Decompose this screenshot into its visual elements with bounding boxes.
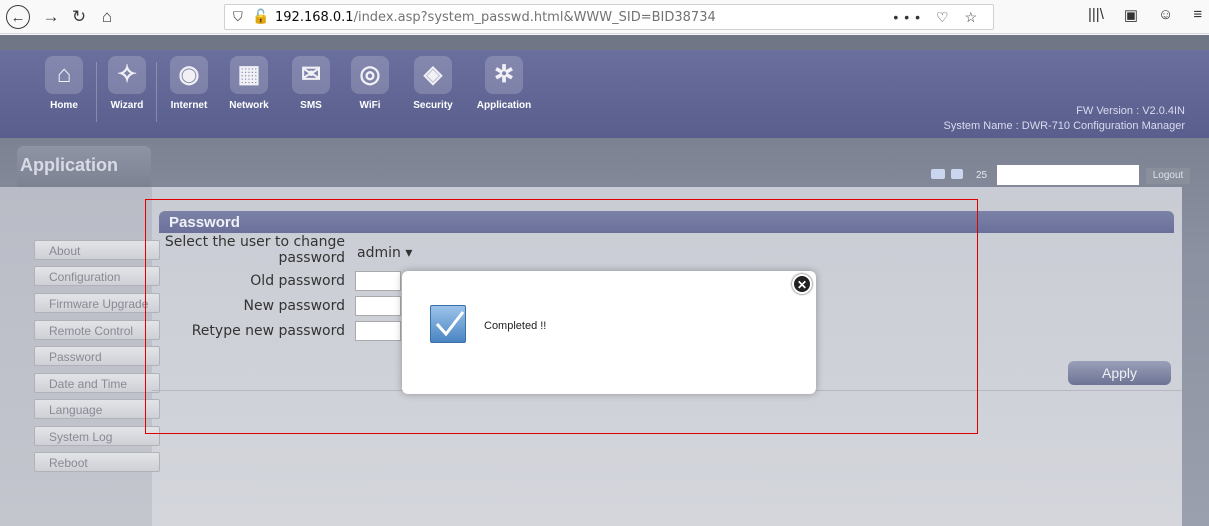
home-nav-icon: ⌂ [45, 56, 83, 94]
sms-icon: ✉ [292, 56, 330, 94]
nav-wizard[interactable]: ✧ Wizard [97, 56, 157, 111]
sidebar-item-firmware-upgrade[interactable]: Firmware Upgrade [34, 293, 160, 313]
fw-version: FW Version : V2.0.4IN [1076, 105, 1185, 117]
library-icon[interactable]: |||\ [1088, 6, 1104, 24]
message-count: 25 [976, 170, 988, 181]
nav-label: Network [229, 100, 269, 111]
close-icon[interactable]: ✕ [792, 274, 812, 294]
browser-toolbar: ← → ↻ ⌂ ⛉ 🔓 192.168.0.1/index.asp?system… [0, 0, 1209, 34]
url-host: 192.168.0.1 [275, 10, 354, 25]
dialog-message: Completed !! [484, 320, 547, 332]
back-icon[interactable]: ← [6, 5, 30, 29]
insecure-lock-icon[interactable]: 🔓 [252, 8, 269, 25]
firmware-info: FW Version : V2.0.4IN System Name : DWR-… [944, 104, 1185, 134]
nav-label: SMS [300, 100, 322, 111]
url-actions: ••• ♡ ☆ [893, 9, 983, 26]
nav-label: WiFi [359, 100, 381, 111]
nav-label: Application [476, 100, 532, 111]
nav-label: Wizard [110, 100, 144, 111]
apply-button[interactable]: Apply [1068, 361, 1171, 385]
nav-application[interactable]: ✲ Application [474, 56, 534, 111]
url-text[interactable]: 192.168.0.1/index.asp?system_passwd.html… [275, 10, 716, 25]
sidebar-item-password[interactable]: Password [34, 346, 160, 366]
nav-label: Security [413, 100, 453, 111]
section-title: Application [17, 146, 151, 192]
pocket-icon[interactable]: ♡ [936, 9, 955, 25]
bookmark-star-icon[interactable]: ☆ [964, 9, 983, 25]
nav-sms[interactable]: ✉ SMS [281, 56, 341, 111]
security-icon: ◈ [414, 56, 452, 94]
network-icon: ▦ [230, 56, 268, 94]
message-icon [951, 169, 963, 179]
wizard-icon: ✧ [108, 56, 146, 94]
signal-icon [931, 169, 945, 179]
sidebar-item-remote-control[interactable]: Remote Control [34, 320, 160, 340]
reload-icon[interactable]: ↻ [66, 4, 92, 30]
menu-icon[interactable]: ≡ [1193, 6, 1202, 24]
status-bar: 25 Logout [151, 165, 1191, 185]
home-icon[interactable]: ⌂ [94, 4, 120, 30]
sidebar-item-system-log[interactable]: System Log [34, 426, 160, 446]
sidebar-item-date-and-time[interactable]: Date and Time [34, 373, 160, 393]
logout-button[interactable]: Logout [1146, 168, 1190, 184]
sidebar-item-configuration[interactable]: Configuration [34, 266, 160, 286]
nav-network[interactable]: ▦ Network [219, 56, 279, 111]
page-actions-icon[interactable]: ••• [893, 9, 926, 25]
nav-internet[interactable]: ◉ Internet [159, 56, 219, 111]
system-name: System Name : DWR-710 Configuration Mana… [943, 120, 1185, 132]
url-bar[interactable]: ⛉ 🔓 192.168.0.1/index.asp?system_passwd.… [224, 4, 994, 30]
application-icon: ✲ [485, 56, 523, 94]
toolbar-right-icons: |||\ ▣ ☺ ≡ [1088, 6, 1202, 24]
tracking-shield-icon[interactable]: ⛉ [233, 9, 243, 25]
nav-home[interactable]: ⌂ Home [34, 56, 94, 111]
nav-divider [156, 62, 157, 122]
top-navigation: ⌂ Home ✧ Wizard ◉ Internet ▦ Network ✉ SMS ◎ W… [0, 50, 1209, 138]
nav-label: Internet [170, 100, 208, 111]
forward-icon[interactable]: → [38, 4, 64, 30]
internet-icon: ◉ [170, 56, 208, 94]
nav-wifi[interactable]: ◎ WiFi [340, 56, 400, 111]
checkmark-icon [430, 305, 466, 343]
sidebar-icon[interactable]: ▣ [1124, 6, 1138, 24]
nav-security[interactable]: ◈ Security [403, 56, 463, 111]
sidebar-item-about[interactable]: About [34, 240, 160, 260]
sidebar-item-reboot[interactable]: Reboot [34, 452, 160, 472]
account-icon[interactable]: ☺ [1158, 6, 1173, 24]
sidebar-item-language[interactable]: Language [34, 399, 160, 419]
wifi-icon: ◎ [351, 56, 389, 94]
nav-label: Home [50, 100, 78, 111]
url-path: /index.asp?system_passwd.html&WWW_SID=BI… [353, 10, 716, 25]
user-info-box [997, 165, 1139, 185]
